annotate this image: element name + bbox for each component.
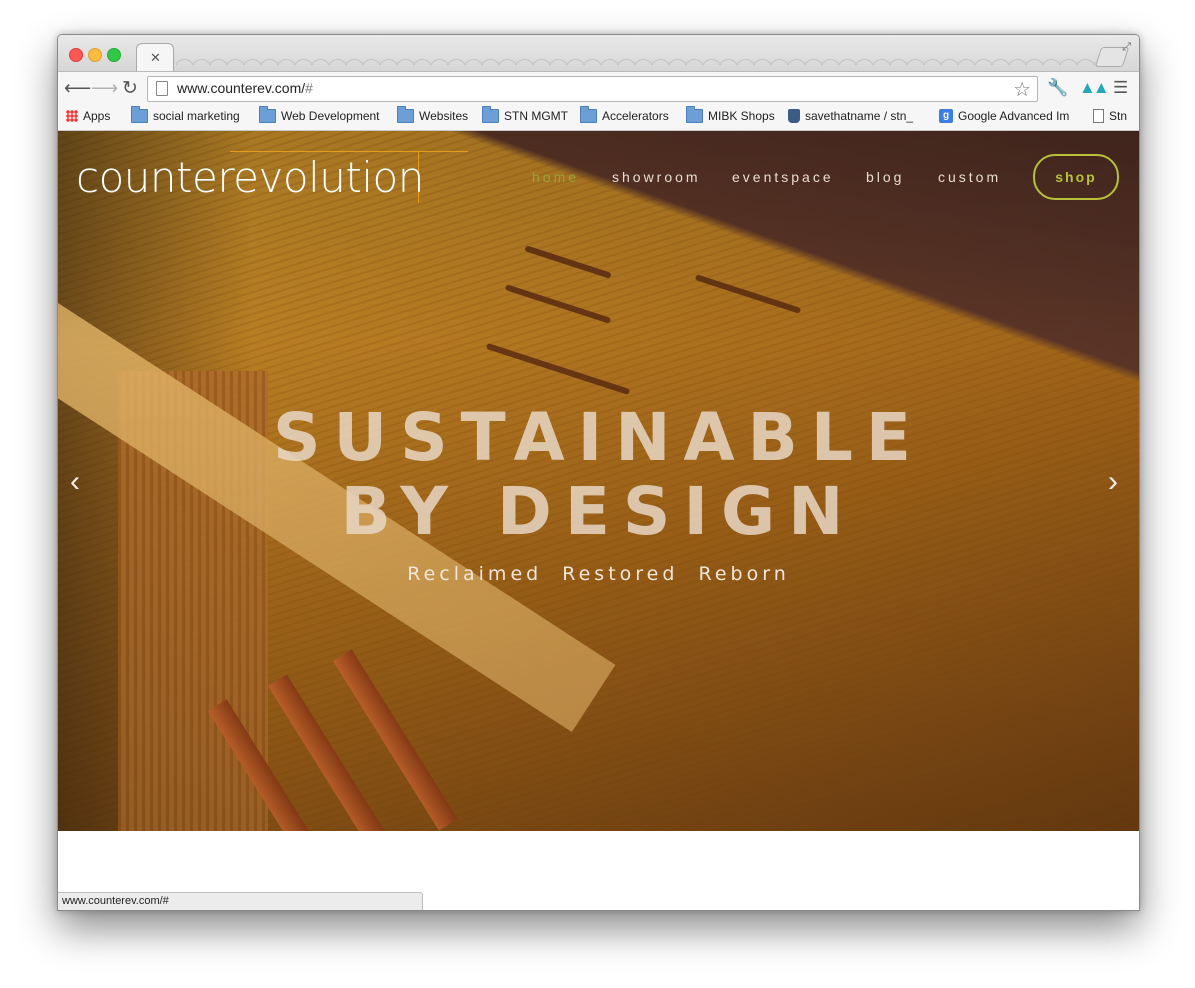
- bookmark-social-marketing[interactable]: social marketing: [131, 106, 240, 123]
- url-main: www.counterev.com/: [177, 80, 306, 96]
- menu-icon[interactable]: ☰: [1113, 78, 1128, 98]
- nav-custom[interactable]: custom: [938, 169, 1001, 185]
- google-icon: g: [939, 109, 953, 123]
- nav-home[interactable]: home: [532, 169, 579, 185]
- apps-grid-icon: [66, 110, 78, 122]
- minimize-window-button[interactable]: [88, 48, 102, 62]
- bookmark-savethatname[interactable]: savethatname / stn_: [788, 109, 913, 123]
- url-text[interactable]: www.counterev.com/#: [177, 80, 313, 96]
- bookmark-accelerators[interactable]: Accelerators: [580, 106, 669, 123]
- slider-prev-icon[interactable]: ‹: [70, 465, 80, 499]
- wrench-icon[interactable]: 🔧: [1047, 78, 1068, 98]
- bookmark-label: Accelerators: [602, 109, 669, 123]
- bookmark-label: social marketing: [153, 109, 240, 123]
- folder-icon: [131, 106, 148, 123]
- bucket-icon: [788, 109, 800, 123]
- document-icon: [1093, 109, 1104, 123]
- bookmark-label: Web Development: [281, 109, 380, 123]
- bookmark-label: Apps: [83, 109, 111, 123]
- bookmark-websites[interactable]: Websites: [397, 106, 469, 123]
- bookmark-label: STN MGMT: [504, 109, 568, 123]
- logo-accent-line: [230, 151, 468, 152]
- nav-eventspace[interactable]: eventspace: [732, 169, 834, 185]
- address-bar[interactable]: www.counterev.com/# ☆: [147, 76, 1038, 102]
- forward-arrow-icon[interactable]: ⟶: [91, 77, 118, 100]
- nav-showroom[interactable]: showroom: [612, 169, 701, 185]
- tab-close-icon[interactable]: ✕: [150, 50, 161, 66]
- browser-window: ✕ ⤢ ⟵ ⟶ ↻ www.counterev.com/# ☆ 🔧 ▲▲ ☰ A…: [57, 34, 1140, 911]
- bookmark-apps[interactable]: Apps: [66, 109, 110, 123]
- hero-headline-line2: BY DESIGN: [340, 473, 857, 550]
- status-bar: www.counterev.com/#: [58, 892, 423, 910]
- folder-icon: [686, 106, 703, 123]
- folder-icon: [482, 106, 499, 123]
- bookmarks-bar: Apps social marketing Web Development We…: [58, 105, 1139, 131]
- extension-icon[interactable]: ▲▲: [1079, 78, 1110, 98]
- close-window-button[interactable]: [69, 48, 83, 62]
- nav-blog[interactable]: blog: [866, 169, 904, 185]
- folder-icon: [259, 106, 276, 123]
- url-hash: #: [305, 80, 313, 96]
- hero-headline-line1: SUSTAINABLE: [273, 399, 924, 476]
- bookmark-google-advanced[interactable]: g Google Advanced Im: [939, 109, 1069, 123]
- bookmark-stn[interactable]: Stn: [1093, 109, 1127, 123]
- tab-strip: ✕ ⤢: [58, 35, 1139, 72]
- back-arrow-icon[interactable]: ⟵: [64, 77, 91, 100]
- page-icon: [156, 81, 168, 96]
- bookmark-stn-mgmt[interactable]: STN MGMT: [482, 106, 568, 123]
- shop-button[interactable]: shop: [1033, 154, 1119, 200]
- bookmark-label: Websites: [419, 109, 469, 123]
- bookmark-label: savethatname / stn_: [805, 109, 914, 123]
- slider-next-icon[interactable]: ›: [1108, 465, 1118, 499]
- site-logo[interactable]: counterevolution: [76, 153, 424, 202]
- bookmark-star-icon[interactable]: ☆: [1013, 77, 1031, 102]
- hero-slider: counterevolution home showroom eventspac…: [58, 131, 1139, 831]
- folder-icon: [580, 106, 597, 123]
- bookmark-label: Stn: [1109, 109, 1128, 123]
- collapsed-tabs[interactable]: [176, 47, 1096, 69]
- browser-tab[interactable]: ✕: [136, 43, 174, 72]
- bookmark-label: Google Advanced Im: [958, 109, 1070, 123]
- reload-icon[interactable]: ↻: [119, 77, 141, 100]
- hero-tagline: Reclaimed Restored Reborn: [407, 563, 790, 585]
- browser-toolbar: ⟵ ⟶ ↻ www.counterev.com/# ☆ 🔧 ▲▲ ☰: [58, 71, 1139, 106]
- bookmark-label: MIBK Shops: [708, 109, 775, 123]
- fullscreen-icon[interactable]: ⤢: [1122, 41, 1131, 54]
- maximize-window-button[interactable]: [107, 48, 121, 62]
- bookmark-mibk-shops[interactable]: MIBK Shops: [686, 106, 775, 123]
- folder-icon: [397, 106, 414, 123]
- bookmark-web-development[interactable]: Web Development: [259, 106, 380, 123]
